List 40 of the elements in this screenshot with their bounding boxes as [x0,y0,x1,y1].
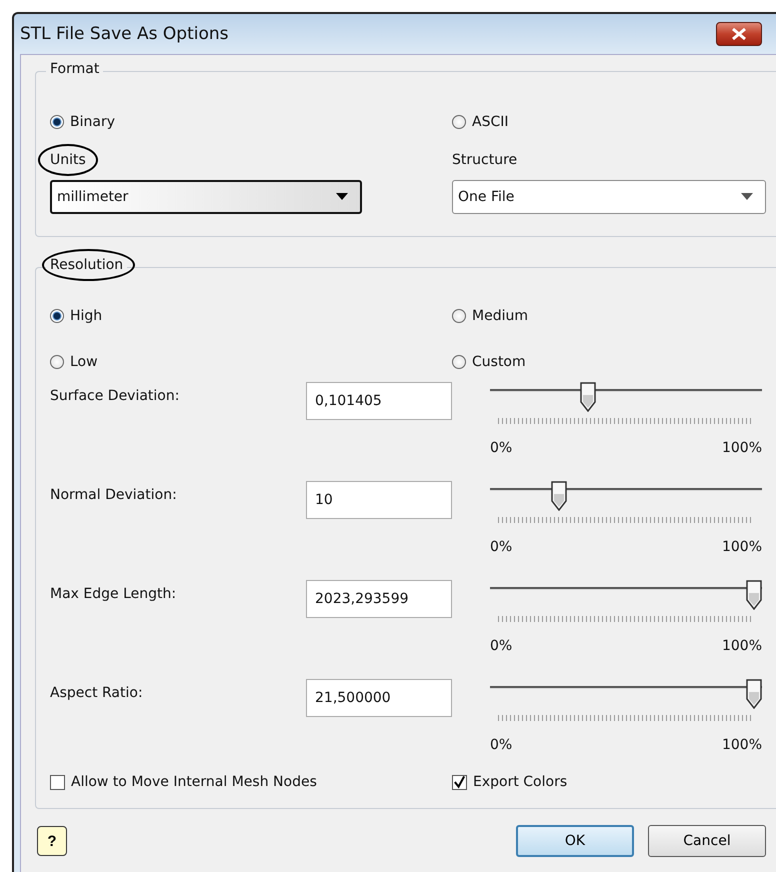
help-button[interactable]: ? [37,826,67,856]
units-dropdown[interactable]: millimeter [50,180,362,214]
dialog-button[interactable]: Cancel [648,825,766,857]
field-label: Structure [452,152,518,168]
slider-thumb[interactable] [746,679,762,709]
slider-thumb[interactable] [551,481,568,511]
radio-option[interactable]: High [50,300,452,332]
radio-option[interactable]: ASCII [452,106,776,138]
parameter-label: Aspect Ratio: [50,685,144,701]
window-title: STL File Save As Options [20,24,229,44]
parameter-label: Surface Deviation: [50,388,180,404]
min-label: 0% [490,539,512,555]
checkbox-option[interactable]: Allow to Move Internal Mesh Nodes [50,766,452,798]
value-field[interactable]: 10 [306,481,452,519]
max-label: 100% [722,440,762,456]
max-label: 100% [722,638,762,654]
min-label: 0% [490,737,512,753]
caret-icon [741,193,753,201]
parameter-label: Normal Deviation: [50,487,178,503]
dialog-button[interactable]: OK [516,825,634,857]
structure-dropdown[interactable]: One File [452,180,766,214]
caret-icon [336,193,348,201]
field-label: Units [50,152,86,168]
close-button[interactable] [716,22,762,46]
min-label: 0% [490,440,512,456]
value-field[interactable]: 0,101405 [306,382,452,420]
max-label: 100% [722,737,762,753]
max-label: 100% [722,539,762,555]
radio-option[interactable]: Low [50,346,452,378]
close-icon [730,27,748,41]
parameter-label: Max Edge Length: [50,586,178,602]
radio-option[interactable]: Custom [452,346,776,378]
radio-option[interactable]: Binary [50,106,452,138]
checkbox-option[interactable]: Export Colors [452,766,776,798]
slider-thumb[interactable] [580,382,596,412]
value-field[interactable]: 21,500000 [306,679,452,717]
slider-thumb[interactable] [746,580,762,610]
radio-option[interactable]: Medium [452,300,776,332]
value-field[interactable]: 2023,293599 [306,580,452,618]
min-label: 0% [490,638,512,654]
